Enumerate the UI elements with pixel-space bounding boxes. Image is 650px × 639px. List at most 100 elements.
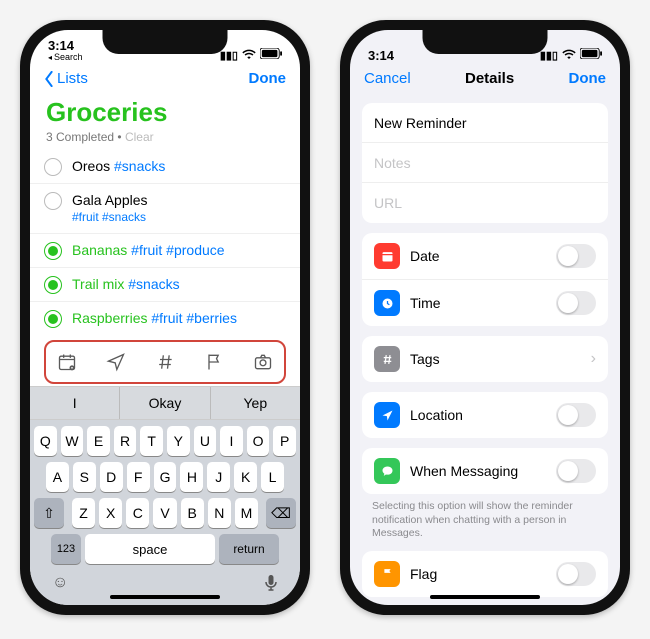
key-s[interactable]: S [73,462,96,492]
completed-count: 3 Completed [46,130,114,144]
key-d[interactable]: D [100,462,123,492]
key-e[interactable]: E [87,426,110,456]
notch [423,30,548,54]
home-indicator[interactable] [110,595,220,599]
return-key[interactable]: return [219,534,279,564]
delete-key[interactable]: ⌫ [266,498,296,528]
key-l[interactable]: L [261,462,284,492]
wifi-icon [562,49,576,62]
phone-right: 3:14 ▮▮▯ Cancel Details Done New Reminde… [340,20,630,615]
reminder-item[interactable]: Gala Apples#fruit #snacks [30,184,300,234]
flag-toggle[interactable] [556,562,596,586]
key-z[interactable]: Z [72,498,95,528]
key-o[interactable]: O [247,426,270,456]
key-q[interactable]: Q [34,426,57,456]
location-cell[interactable]: Location [362,392,608,438]
notes-field[interactable]: Notes [362,143,608,183]
shift-key[interactable]: ⇧ [34,498,64,528]
flag-card: Flag [362,551,608,597]
item-title: Oreos [72,158,110,174]
keyboard[interactable]: QWERTYUIOP ASDFGHJKL ⇧ ZXCVBNM ⌫ 123 spa… [30,420,300,605]
back-button[interactable]: Lists [44,70,88,87]
date-toggle[interactable] [556,244,596,268]
back-label: Lists [57,70,88,87]
flag-icon[interactable] [203,351,225,373]
predictive-suggestion[interactable]: I [30,387,120,419]
item-tags: #snacks [128,276,179,292]
battery-icon [260,48,282,62]
predictive-suggestion[interactable]: Yep [211,387,300,419]
completion-radio[interactable] [44,310,62,328]
tags-cell[interactable]: Tags › [362,336,608,382]
completion-radio[interactable] [44,242,62,260]
key-a[interactable]: A [46,462,69,492]
key-h[interactable]: H [180,462,203,492]
phone-left: 3:14 Search ▮▮▯ Lists Done Groceries 3 [20,20,310,615]
cancel-button[interactable]: Cancel [364,70,411,87]
space-key[interactable]: space [85,534,215,564]
done-button[interactable]: Done [249,70,287,87]
reminder-item[interactable]: Trail mix #snacks [30,268,300,302]
wifi-icon [242,49,256,62]
location-card: Location [362,392,608,438]
list-title: Groceries [30,89,300,130]
location-icon[interactable] [105,351,127,373]
item-title: Gala Apples [72,192,148,208]
messaging-footnote: Selecting this option will show the remi… [350,494,620,541]
key-g[interactable]: G [154,462,177,492]
flag-cell[interactable]: Flag [362,551,608,597]
key-x[interactable]: X [99,498,122,528]
completion-radio[interactable] [44,192,62,210]
predictive-suggestion[interactable]: Okay [120,387,210,419]
nav-title: Details [465,70,514,87]
status-back-search[interactable]: Search [48,53,83,62]
reminder-item[interactable]: Raspberries #fruit #berries [30,302,300,332]
messaging-cell[interactable]: When Messaging [362,448,608,494]
details-body[interactable]: New Reminder Notes URL Date Time [350,89,620,605]
done-button[interactable]: Done [569,70,607,87]
camera-icon[interactable] [252,351,274,373]
time-toggle[interactable] [556,291,596,315]
item-title: Trail mix [72,276,124,292]
key-k[interactable]: K [234,462,257,492]
clear-button[interactable]: Clear [125,130,154,144]
hashtag-icon[interactable] [154,351,176,373]
key-j[interactable]: J [207,462,230,492]
key-u[interactable]: U [194,426,217,456]
key-w[interactable]: W [61,426,84,456]
key-n[interactable]: N [208,498,231,528]
numbers-key[interactable]: 123 [51,534,81,564]
reminder-item[interactable]: Bananas #fruit #produce [30,234,300,268]
reminder-item[interactable]: Oreos #snacks [30,150,300,184]
key-p[interactable]: P [273,426,296,456]
key-t[interactable]: T [140,426,163,456]
item-title: Raspberries [72,310,147,326]
key-b[interactable]: B [181,498,204,528]
item-tags: #fruit #berries [151,310,237,326]
datetime-card: Date Time [362,233,608,326]
title-field[interactable]: New Reminder [362,103,608,143]
title-card: New Reminder Notes URL [362,103,608,223]
time-cell[interactable]: Time [362,280,608,326]
completion-radio[interactable] [44,158,62,176]
key-m[interactable]: M [235,498,258,528]
key-c[interactable]: C [126,498,149,528]
url-field[interactable]: URL [362,183,608,223]
date-cell[interactable]: Date [362,233,608,280]
key-i[interactable]: I [220,426,243,456]
key-f[interactable]: F [127,462,150,492]
completion-radio[interactable] [44,276,62,294]
item-tags: #fruit #produce [131,242,224,258]
key-r[interactable]: R [114,426,137,456]
location-toggle[interactable] [556,403,596,427]
key-y[interactable]: Y [167,426,190,456]
key-v[interactable]: V [153,498,176,528]
status-indicators: ▮▮▯ [540,48,602,62]
messaging-toggle[interactable] [556,459,596,483]
chevron-right-icon: › [591,350,596,368]
screen-reminders-list: 3:14 Search ▮▮▯ Lists Done Groceries 3 [30,30,300,605]
emoji-key[interactable]: ☺ [52,574,68,597]
home-indicator[interactable] [430,595,540,599]
mic-key[interactable] [264,574,278,597]
calendar-icon[interactable] [56,351,78,373]
